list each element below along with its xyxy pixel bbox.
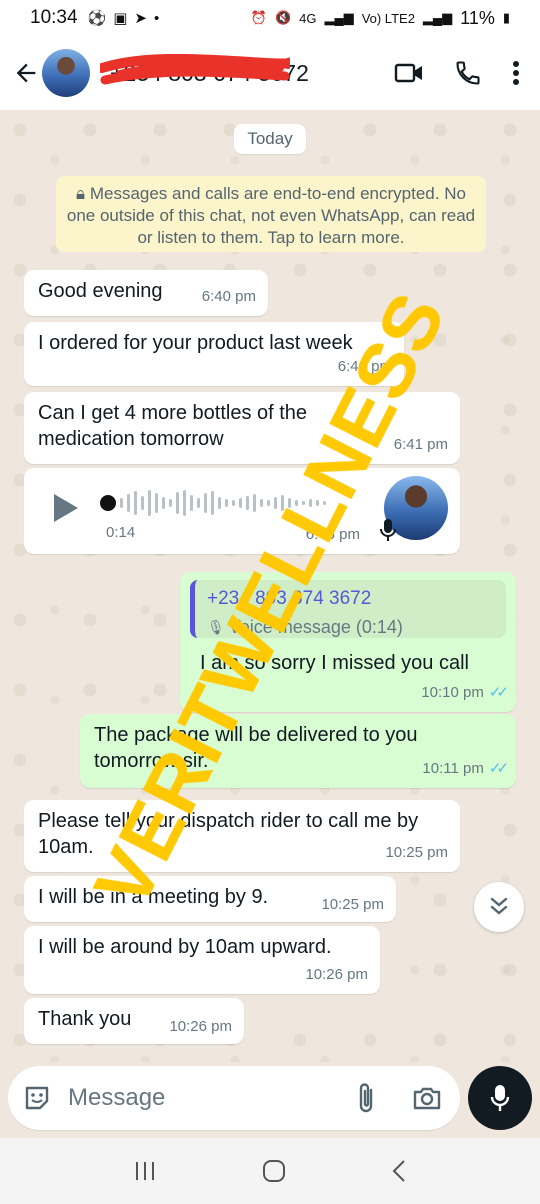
message-time: 6:40 pm bbox=[201, 288, 256, 305]
contact-avatar[interactable] bbox=[42, 49, 90, 97]
message-incoming[interactable]: Please tell your dispatch rider to call … bbox=[24, 800, 460, 872]
microphone-icon bbox=[490, 1085, 510, 1111]
status-time: 10:34 bbox=[30, 7, 78, 28]
alarm-icon: ⏰ bbox=[250, 10, 267, 25]
message-time: 10:11 pm ✓✓ bbox=[422, 756, 509, 782]
message-text: I ordered for your product last week bbox=[38, 332, 353, 354]
message-time: 6:40 pm bbox=[337, 358, 392, 375]
message-time: 10:26 pm bbox=[305, 966, 368, 983]
message-text: The package will be delivered to you tom… bbox=[94, 724, 418, 772]
composer-tools bbox=[356, 1082, 460, 1114]
message-text: Can I get 4 more bottles of the medicati… bbox=[38, 402, 308, 450]
quoted-message[interactable]: +234 803 674 3672 🎙︎ Voice message (0:14… bbox=[190, 580, 506, 638]
message-incoming[interactable]: I will be in a meeting by 9. 10:25 pm bbox=[24, 876, 396, 922]
message-time: 10:10 pm ✓✓ bbox=[421, 680, 509, 706]
quote-body: 🎙︎ Voice message (0:14) bbox=[207, 614, 494, 640]
record-voice-button[interactable] bbox=[468, 1066, 532, 1130]
battery-icon: ▮ bbox=[502, 10, 510, 25]
arrow-left-icon bbox=[16, 63, 36, 83]
message-outgoing[interactable]: +234 803 674 3672 🎙︎ Voice message (0:14… bbox=[180, 572, 516, 712]
recent-apps-icon[interactable] bbox=[133, 1160, 157, 1182]
status-bar: 10:34 ⚽ ▣ ➤ • ⏰ 🔇 4G ▂▄▆ Vo) LTE2 ▂▄▆ 11… bbox=[0, 0, 540, 36]
chat-header: +234 803 674 3672 bbox=[0, 36, 540, 110]
signal2-icon: ▂▄▆ bbox=[422, 10, 453, 25]
phone-icon[interactable] bbox=[454, 59, 482, 87]
read-ticks-icon: ✓✓ bbox=[488, 684, 509, 701]
message-input[interactable]: Message bbox=[68, 1084, 165, 1112]
message-incoming[interactable]: I will be around by 10am upward. 10:26 p… bbox=[24, 926, 380, 994]
microphone-icon: 🎙︎ bbox=[207, 619, 225, 635]
message-time: 10:25 pm bbox=[321, 896, 384, 913]
voice-waveform[interactable] bbox=[100, 490, 326, 516]
quote-author: +234 803 674 3672 bbox=[207, 588, 372, 609]
more-notifications-icon: • bbox=[154, 9, 160, 27]
gallery-icon: ▣ bbox=[113, 10, 128, 27]
message-incoming[interactable]: Good evening 6:40 pm bbox=[24, 270, 268, 316]
message-incoming[interactable]: Thank you 10:26 pm bbox=[24, 998, 244, 1044]
redaction-scribble bbox=[100, 53, 290, 84]
mute-icon: 🔇 bbox=[274, 10, 292, 25]
double-chevron-down-icon bbox=[490, 897, 508, 915]
system-nav-bar bbox=[0, 1138, 540, 1204]
microphone-icon bbox=[380, 519, 396, 541]
back-nav-icon[interactable] bbox=[391, 1159, 407, 1183]
soccer-icon: ⚽ bbox=[87, 10, 107, 27]
signal-icon: ▂▄▆ bbox=[324, 10, 354, 25]
message-time: 10:26 pm bbox=[169, 1018, 232, 1035]
message-incoming[interactable]: Can I get 4 more bottles of the medicati… bbox=[24, 392, 460, 464]
scroll-to-bottom-button[interactable] bbox=[474, 882, 524, 932]
message-text: I will be around by 10am upward. bbox=[38, 936, 332, 958]
telegram-icon: ➤ bbox=[134, 10, 147, 27]
lock-icon: 🔒︎ bbox=[76, 184, 90, 203]
battery-level: 11% bbox=[460, 7, 495, 28]
play-icon[interactable] bbox=[52, 492, 80, 524]
camera-icon[interactable] bbox=[412, 1085, 442, 1111]
contact-name[interactable]: +234 803 674 3672 bbox=[100, 53, 309, 87]
encryption-notice[interactable]: 🔒︎ Messages and calls are end-to-end enc… bbox=[56, 176, 486, 252]
voice-message[interactable]: 0:14 6:46 pm bbox=[24, 468, 460, 554]
message-outgoing[interactable]: The package will be delivered to you tom… bbox=[80, 714, 516, 788]
message-time: 6:46 pm bbox=[305, 526, 360, 543]
message-text: I will be in a meeting by 9. bbox=[38, 886, 269, 908]
network-type: 4G bbox=[299, 10, 317, 26]
paperclip-icon[interactable] bbox=[356, 1082, 376, 1114]
message-composer: Message bbox=[8, 1066, 460, 1130]
message-text: I am so sorry I missed you call bbox=[200, 652, 469, 674]
sticker-icon[interactable] bbox=[22, 1083, 52, 1113]
date-chip: Today bbox=[234, 124, 306, 154]
notification-icons: ⚽ ▣ ➤ • bbox=[87, 9, 160, 28]
read-ticks-icon: ✓✓ bbox=[488, 760, 509, 777]
message-time: 10:25 pm bbox=[385, 844, 448, 861]
sim2-label: Vo) LTE2 bbox=[361, 10, 415, 26]
message-text: Good evening bbox=[38, 280, 163, 302]
message-incoming[interactable]: I ordered for your product last week 6:4… bbox=[24, 322, 404, 386]
message-time: 6:41 pm bbox=[393, 436, 448, 453]
chat-area[interactable]: Today 🔒︎ Messages and calls are end-to-e… bbox=[0, 110, 540, 1062]
voice-duration: 0:14 bbox=[106, 524, 136, 541]
home-icon[interactable] bbox=[262, 1159, 286, 1183]
video-camera-icon[interactable] bbox=[394, 61, 424, 85]
kebab-menu-icon[interactable] bbox=[512, 60, 520, 86]
header-actions bbox=[394, 59, 540, 87]
message-text: Thank you bbox=[38, 1008, 132, 1030]
encryption-text: Messages and calls are end-to-end encryp… bbox=[66, 184, 476, 247]
status-right: ⏰ 🔇 4G ▂▄▆ Vo) LTE2 ▂▄▆ 11% ▮ bbox=[251, 8, 510, 29]
